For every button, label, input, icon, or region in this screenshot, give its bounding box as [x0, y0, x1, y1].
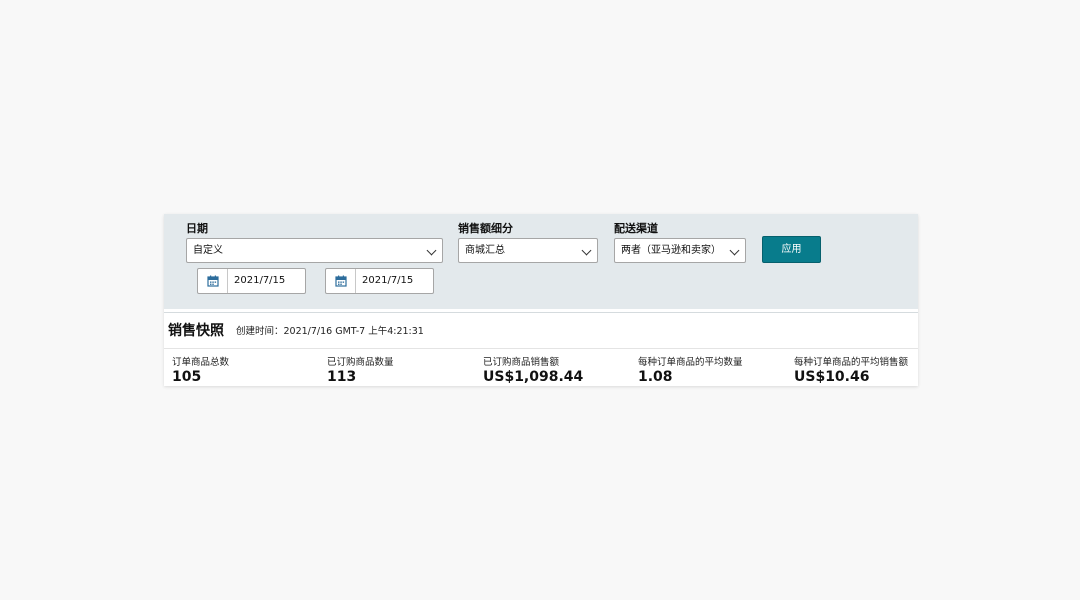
date-range-selected: 自定义	[193, 245, 223, 256]
snapshot-title: 销售快照	[168, 323, 224, 339]
start-date-value: 2021/7/15	[234, 275, 286, 286]
section-divider	[164, 312, 918, 313]
metric-total-order-items: 订单商品总数 105	[172, 354, 229, 385]
metric-value: 113	[327, 369, 357, 385]
sales-dashboard-panel: 日期 自定义 2021/7/15 2021/7/15 销售额细分 商城汇总 配送…	[164, 214, 918, 386]
metric-label: 每种订单商品的平均销售额	[794, 357, 909, 368]
calendar-icon[interactable]	[326, 269, 356, 293]
metric-value: 1.08	[638, 369, 673, 385]
fulfillment-channel-select[interactable]: 两者（亚马逊和卖家）	[614, 238, 746, 263]
sales-breakdown-label: 销售额细分	[458, 222, 513, 235]
fulfillment-channel-label: 配送渠道	[614, 222, 658, 235]
start-date-field[interactable]: 2021/7/15	[197, 268, 306, 294]
snapshot-created-time: 创建时间：2021/7/16 GMT-7 上午4:21:31	[236, 326, 424, 337]
calendar-icon[interactable]	[198, 269, 228, 293]
metric-value: US$10.46	[794, 369, 870, 385]
chevron-down-icon	[581, 245, 592, 256]
metric-avg-units-per-order-item: 每种订单商品的平均数量 1.08	[638, 354, 743, 385]
sales-breakdown-select[interactable]: 商城汇总	[458, 238, 598, 263]
metric-value: 105	[172, 369, 202, 385]
apply-button[interactable]: 应用	[762, 236, 821, 263]
metric-label: 每种订单商品的平均数量	[638, 357, 743, 368]
metric-label: 订单商品总数	[172, 357, 230, 368]
chevron-down-icon	[729, 245, 740, 256]
chevron-down-icon	[426, 245, 437, 256]
metric-label: 已订购商品销售额	[483, 357, 560, 368]
fulfillment-channel-selected: 两者（亚马逊和卖家）	[621, 245, 721, 256]
metric-ordered-product-sales: 已订购商品销售额 US$1,098.44	[483, 354, 583, 385]
sales-breakdown-selected: 商城汇总	[465, 245, 505, 256]
date-filter-label: 日期	[186, 222, 208, 235]
date-range-select[interactable]: 自定义	[186, 238, 443, 263]
metric-label: 已订购商品数量	[327, 357, 394, 368]
filter-bar: 日期 自定义 2021/7/15 2021/7/15 销售额细分 商城汇总 配送…	[164, 214, 918, 309]
metric-units-ordered: 已订购商品数量 113	[327, 354, 394, 385]
metrics-divider	[164, 348, 918, 349]
metric-avg-sales-per-order-item: 每种订单商品的平均销售额 US$10.46	[794, 354, 908, 385]
end-date-field[interactable]: 2021/7/15	[325, 268, 434, 294]
end-date-value: 2021/7/15	[362, 275, 414, 286]
metric-value: US$1,098.44	[483, 369, 584, 385]
